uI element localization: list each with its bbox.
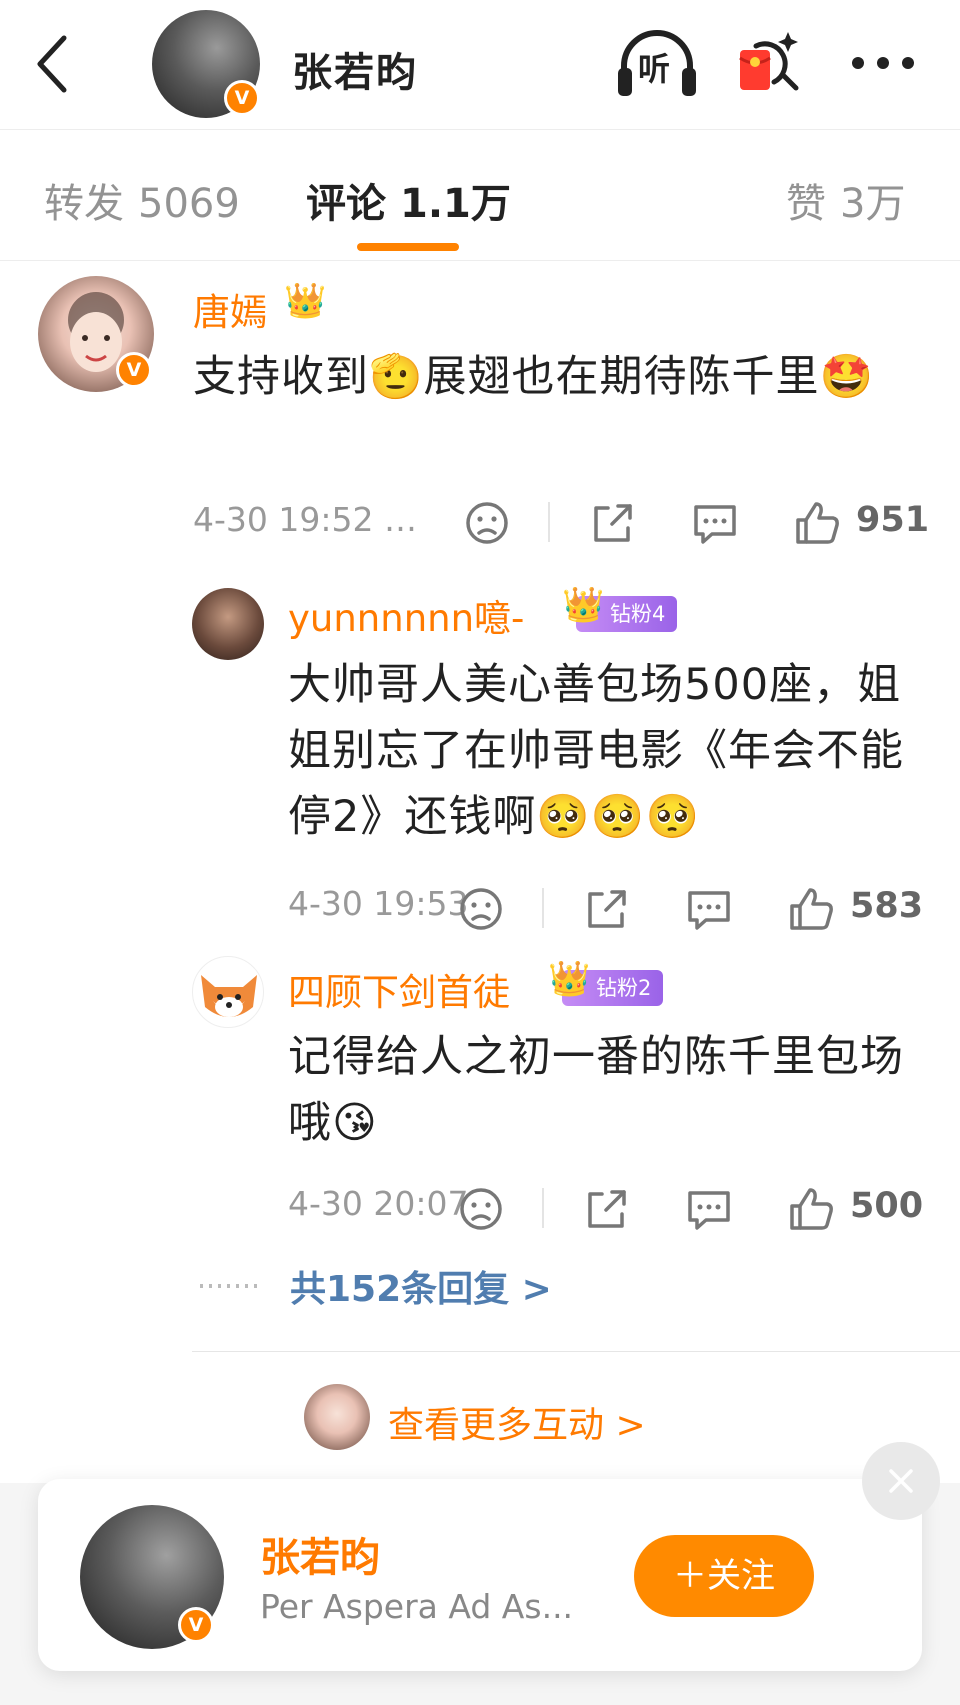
share-button[interactable]: [582, 884, 632, 934]
comment-icon: [688, 1191, 730, 1230]
share-icon: [594, 504, 632, 542]
reply-username[interactable]: yunnnnnn噫-: [288, 588, 524, 642]
dislike-button[interactable]: [456, 884, 506, 934]
crown-icon: 👑: [562, 585, 605, 625]
follow-button[interactable]: ＋关注: [634, 1535, 814, 1617]
card-description: Per Aspera Ad As...: [260, 1587, 574, 1626]
active-tab-indicator: [357, 243, 459, 251]
verified-badge: V: [224, 80, 260, 116]
share-icon: [588, 890, 626, 928]
dislike-button[interactable]: [456, 1184, 506, 1234]
dislike-button[interactable]: [462, 498, 512, 548]
thumbs-up-icon: [790, 888, 833, 930]
comment-time: 4-30 19:52 …: [193, 500, 417, 539]
share-button[interactable]: [588, 498, 638, 548]
comment-icon: [688, 891, 730, 930]
verified-badge: V: [116, 352, 152, 388]
tab-comments-count: 1.1万: [400, 181, 511, 227]
tab-likes-count: 3万: [840, 181, 906, 227]
reply-username[interactable]: 四顾下剑首徒: [288, 962, 510, 1016]
divider: [192, 1351, 960, 1352]
like-button[interactable]: [786, 884, 836, 934]
replies-dots: [200, 1284, 260, 1288]
more-icon: [852, 57, 914, 69]
thumbs-up-icon: [790, 1188, 833, 1230]
tab-likes-label: 赞: [786, 181, 826, 227]
share-button[interactable]: [582, 1184, 632, 1234]
tab-reposts-count: 5069: [138, 181, 240, 227]
avatar[interactable]: [192, 956, 264, 1028]
avatar: [304, 1384, 370, 1450]
divider: [542, 1188, 544, 1228]
card-username[interactable]: 张若昀: [260, 1525, 380, 1583]
comment-username[interactable]: 唐嫣: [193, 282, 267, 336]
like-button[interactable]: [792, 498, 842, 548]
tab-likes[interactable]: 赞 3万: [786, 171, 905, 229]
tab-comments-label: 评论: [306, 181, 386, 227]
sad-face-icon: [460, 1188, 502, 1230]
close-card-button[interactable]: [862, 1442, 940, 1520]
red-packet-icon: [739, 32, 799, 91]
tab-comments[interactable]: 评论 1.1万: [306, 171, 511, 229]
reply-button[interactable]: [684, 884, 734, 934]
crown-icon: 👑: [548, 959, 591, 999]
page-title: 张若昀: [292, 50, 418, 96]
crown-icon: 👑: [284, 281, 327, 321]
back-button[interactable]: [34, 32, 74, 96]
divider: [542, 888, 544, 928]
back-icon: [37, 35, 67, 93]
reply-time: 4-30 19:53: [288, 884, 469, 923]
like-count: 500: [850, 1186, 924, 1226]
reply-button[interactable]: [690, 498, 740, 548]
view-replies-link[interactable]: 共152条回复 >: [290, 1260, 552, 1312]
more-interactions-label: 查看更多互动 >: [388, 1405, 646, 1446]
listen-label: 听: [638, 50, 671, 88]
reply-text: 大帅哥人美心善包场500座，姐姐别忘了在帅哥电影《年会不能停2》还钱啊🥺🥺🥺: [288, 660, 904, 842]
more-options-button[interactable]: [848, 46, 918, 80]
sad-face-icon: [466, 502, 508, 544]
tab-reposts[interactable]: 转发 5069: [44, 171, 240, 229]
red-packet-button[interactable]: [734, 28, 806, 100]
reply-text: 记得给人之初一番的陈千里包场哦😘: [288, 1032, 904, 1148]
divider: [548, 502, 550, 542]
follow-card: V 张若昀 Per Aspera Ad As... ＋关注: [38, 1479, 922, 1671]
share-icon: [588, 1190, 626, 1228]
fox-avatar-icon: [201, 975, 257, 1017]
like-button[interactable]: [786, 1184, 836, 1234]
comment-text: 支持收到🫡展翅也在期待陈千里🤩: [193, 352, 875, 402]
like-count: 951: [856, 500, 930, 540]
tab-bar: 转发 5069 评论 1.1万 赞 3万: [0, 131, 960, 261]
reply-button[interactable]: [684, 1184, 734, 1234]
verified-badge: V: [178, 1607, 214, 1643]
top-navbar: V 张若昀 听: [0, 0, 960, 130]
close-icon: [889, 1469, 913, 1493]
listen-button[interactable]: 听: [614, 28, 700, 98]
tab-reposts-label: 转发: [44, 181, 124, 227]
reply-time: 4-30 20:07: [288, 1184, 469, 1223]
thumbs-up-icon: [796, 502, 839, 544]
avatar[interactable]: [192, 588, 264, 660]
comment-icon: [694, 505, 736, 544]
like-count: 583: [850, 886, 924, 926]
sad-face-icon: [460, 888, 502, 930]
